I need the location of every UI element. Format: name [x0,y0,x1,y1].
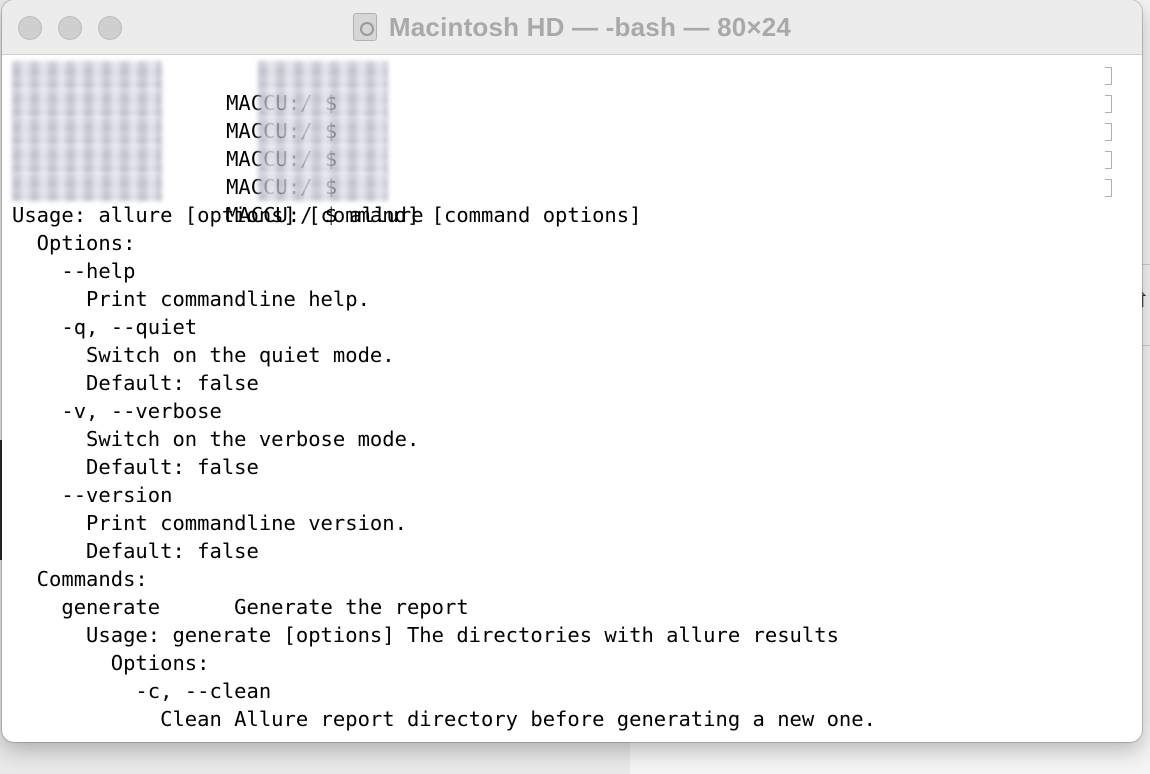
redacted-path [258,89,388,117]
mark-bracket [1105,151,1112,169]
output-line: Options: [12,651,210,675]
redacted-host [12,173,162,201]
prompt-text: MACCU:/ $ allure [226,203,424,227]
prompt-line: MACCU:/ $ allure [12,173,1118,227]
redacted-path [258,117,388,145]
redacted-path [258,145,388,173]
output-line: Default: false [12,371,259,395]
output-line: Default: false [12,539,259,563]
redacted-path [258,61,388,89]
mark-bracket [1105,67,1112,85]
redacted-host [12,89,162,117]
prompt-line: MACCU:/ $ [12,89,1118,143]
mark-bracket [1105,179,1112,197]
output-line: Default: false [12,455,259,479]
output-line: Options: [12,231,136,255]
redacted-host [12,117,162,145]
redacted-host [12,145,162,173]
output-line: -v, --verbose [12,399,222,423]
output-line: Switch on the quiet mode. [12,343,395,367]
window-title-container: Macintosh HD — -bash — 80×24 [2,0,1142,54]
redacted-path [258,173,388,201]
terminal-content[interactable]: MACCU:/ $ MACCU:/ $ MACCU:/ $ MACCU:/ $ … [12,61,1118,742]
window-title: Macintosh HD — -bash — 80×24 [388,11,792,42]
output-line: Clean Allure report directory before gen… [12,707,876,731]
output-line: Print commandline version. [12,511,407,535]
hard-disk-icon [352,13,377,41]
output-line: Print commandline help. [12,287,370,311]
output-line: generate Generate the report [12,595,469,619]
output-line: --version [12,483,173,507]
prompt-line: MACCU:/ $ [12,117,1118,171]
output-line: Commands: [12,567,148,591]
title-bar[interactable]: Macintosh HD — -bash — 80×24 [2,0,1142,55]
prompt-line: MACCU:/ $ [12,145,1118,199]
prompt-line: MACCU:/ $ [12,61,1118,115]
output-line: -c, --clean [12,679,272,703]
output-line: Switch on the verbose mode. [12,427,420,451]
output-line: -q, --quiet [12,315,198,339]
mark-bracket [1105,123,1112,141]
terminal-window: Macintosh HD — -bash — 80×24 MACCU:/ $ M… [2,0,1142,742]
output-line: --help [12,259,136,283]
redacted-host [12,61,162,89]
output-line: Usage: generate [options] The directorie… [12,623,839,647]
mark-bracket [1105,95,1112,113]
